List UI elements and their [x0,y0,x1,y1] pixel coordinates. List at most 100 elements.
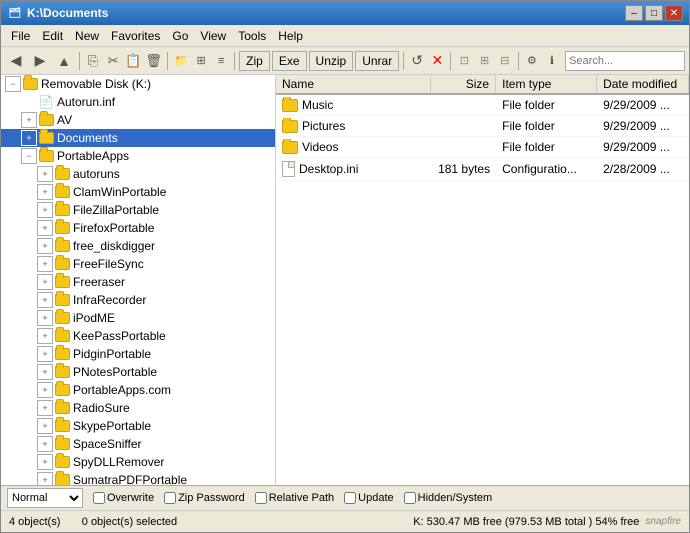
hidden-system-checkbox[interactable] [404,492,416,504]
maximize-button[interactable]: □ [645,5,663,21]
expander-freefilesync[interactable]: + [37,256,53,272]
exe-button[interactable]: Exe [272,51,307,71]
tree-item-autoruns[interactable]: +autoruns [1,165,275,183]
expander-portableapps-com[interactable]: + [37,382,53,398]
tree-item-av[interactable]: + AV [1,111,275,129]
expander-skype[interactable]: + [37,418,53,434]
tree-item-autorun[interactable]: +📄Autorun.inf [1,93,275,111]
tree-item-infrarecorder[interactable]: +InfraRecorder [1,291,275,309]
expander-ipodme[interactable]: + [37,310,53,326]
forward-button[interactable]: ▶ [29,50,51,72]
expander-spacesniffer[interactable]: + [37,436,53,452]
folder-new-button[interactable]: 📁 [172,50,190,72]
delete-button[interactable]: 🗑 [144,50,163,72]
back-button[interactable]: ◀ [5,50,27,72]
tree-item-filezilla[interactable]: +FileZillaPortable [1,201,275,219]
expander-removable-disk[interactable]: − [5,76,21,92]
col-header-name[interactable]: Name [276,75,431,93]
folder-icon-keepass [54,328,70,344]
tree-item-skype[interactable]: +SkypePortable [1,417,275,435]
tree-item-radiosure[interactable]: +RadioSure [1,399,275,417]
overwrite-checkbox[interactable] [93,492,105,504]
up-button[interactable]: ▲ [53,50,75,72]
update-checkbox[interactable] [344,492,356,504]
bottom-left: 4 object(s) 0 object(s) selected [9,516,177,528]
tree-item-freeraser[interactable]: +Freeraser [1,273,275,291]
tree-item-removable-disk[interactable]: −Removable Disk (K:) [1,75,275,93]
menu-help[interactable]: Help [272,27,309,45]
menu-go[interactable]: Go [166,27,194,45]
expander-pidgin[interactable]: + [37,346,53,362]
expander-keepass[interactable]: + [37,328,53,344]
tree-item-pnotes[interactable]: +PNotesPortable [1,363,275,381]
expander-documents[interactable]: + [21,130,37,146]
tree-item-firefox[interactable]: +FirefoxPortable [1,219,275,237]
tree-item-freefilesync[interactable]: +FreeFileSync [1,255,275,273]
col-header-date[interactable]: Date modified [597,75,689,93]
file-row[interactable]: VideosFile folder9/29/2009 ... [276,137,689,158]
expander-freeraser[interactable]: + [37,274,53,290]
refresh-button[interactable]: ↺ [408,50,426,72]
col-header-type[interactable]: Item type [496,75,597,93]
tree-item-spydll[interactable]: +SpyDLLRemover [1,453,275,471]
tree-item-portableapps-com[interactable]: +PortableApps.com [1,381,275,399]
details-button[interactable]: ≡ [212,50,230,72]
file-row[interactable]: MusicFile folder9/29/2009 ... [276,95,689,116]
expander-freedisk[interactable]: + [37,238,53,254]
menu-favorites[interactable]: Favorites [105,27,166,45]
file-size-cell [431,125,496,127]
menu-new[interactable]: New [69,27,105,45]
window-title: K:\Documents [27,6,108,20]
expander-infrarecorder[interactable]: + [37,292,53,308]
zip-password-checkbox[interactable] [164,492,176,504]
tree-item-keepass[interactable]: +KeePassPortable [1,327,275,345]
tree-label-documents: Documents [57,131,118,145]
cut-button[interactable]: ✂ [104,50,122,72]
tree-item-ipodme[interactable]: +iPodME [1,309,275,327]
close-button[interactable]: ✕ [665,5,683,21]
expander-spydll[interactable]: + [37,454,53,470]
expander-portableapps[interactable]: − [21,148,37,164]
menu-view[interactable]: View [194,27,232,45]
menu-tools[interactable]: Tools [232,27,272,45]
settings-button[interactable]: ⚙ [523,50,541,72]
zip-button[interactable]: Zip [239,51,270,71]
tree-item-spacesniffer[interactable]: +SpaceSniffer [1,435,275,453]
file-row[interactable]: PicturesFile folder9/29/2009 ... [276,116,689,137]
config1-button[interactable]: ⊡ [455,50,473,72]
unzip-button[interactable]: Unzip [309,51,354,71]
expander-autoruns[interactable]: + [37,166,53,182]
config3-button[interactable]: ⊟ [496,50,514,72]
paste-button[interactable]: 📋 [124,50,142,72]
file-row[interactable]: Desktop.ini181 bytesConfiguratio...2/28/… [276,158,689,181]
unrar-button[interactable]: Unrar [355,51,399,71]
expander-av[interactable]: + [21,112,37,128]
expander-radiosure[interactable]: + [37,400,53,416]
menu-file[interactable]: File [5,27,36,45]
stop-button[interactable]: ✕ [428,50,446,72]
expander-firefox[interactable]: + [37,220,53,236]
col-header-size[interactable]: Size [431,75,496,93]
config2-button[interactable]: ⊞ [475,50,493,72]
tree-item-documents[interactable]: + Documents [1,129,275,147]
tree-item-portableapps[interactable]: −PortableApps [1,147,275,165]
expander-pnotes[interactable]: + [37,364,53,380]
expander-clamwin[interactable]: + [37,184,53,200]
info-button[interactable]: ℹ [543,50,561,72]
expander-filezilla[interactable]: + [37,202,53,218]
copy-button[interactable]: ⎘ [84,50,102,72]
search-input[interactable] [565,51,685,71]
tree-label-av: AV [57,113,72,127]
tree-item-clamwin[interactable]: +ClamWinPortable [1,183,275,201]
tree-item-pidgin[interactable]: +PidginPortable [1,345,275,363]
expander-sumatra[interactable]: + [37,472,53,485]
tree-item-sumatra[interactable]: +SumatraPDFPortable [1,471,275,485]
mode-select[interactable]: Normal Fast Super Fast [7,488,83,508]
title-bar-left: 🗂 K:\Documents [7,5,108,21]
minimize-button[interactable]: – [625,5,643,21]
update-label: Update [344,492,393,504]
relative-path-checkbox[interactable] [255,492,267,504]
tree-item-freedisk[interactable]: +free_diskdigger [1,237,275,255]
view-button[interactable]: ⊞ [192,50,210,72]
menu-edit[interactable]: Edit [36,27,69,45]
